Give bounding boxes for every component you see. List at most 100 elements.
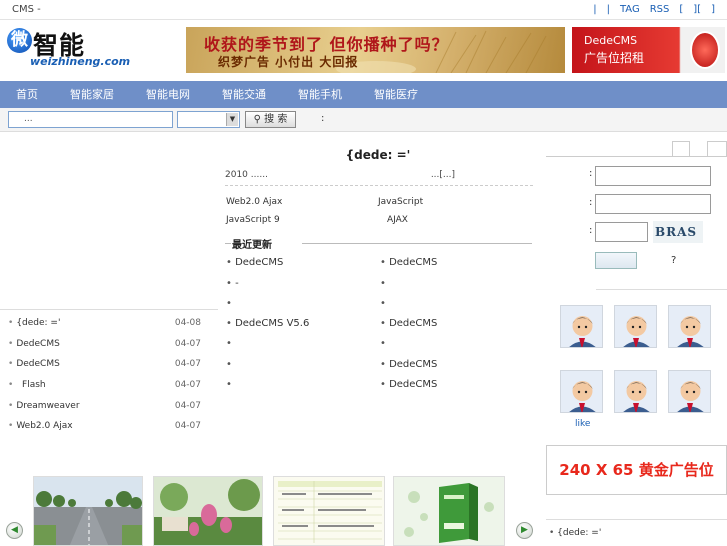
avatar[interactable]	[560, 305, 603, 348]
login-label-captcha: :	[589, 225, 593, 236]
gold-ad-slot[interactable]: 240 X 65 黄金广告位	[546, 445, 727, 495]
thumbnail-flowers[interactable]	[153, 476, 263, 546]
like-link[interactable]: like	[575, 419, 590, 429]
avatar[interactable]	[668, 370, 711, 413]
latest-item[interactable]	[380, 298, 386, 309]
banner-ad-main[interactable]: 收获的季节到了 但你播种了吗？ 织梦广告 小付出 大回报	[186, 27, 565, 73]
latest-item[interactable]: DedeCMS	[380, 257, 437, 268]
logo-domain: weizhineng.com	[30, 55, 131, 68]
latest-item[interactable]: DedeCMS	[380, 379, 437, 390]
top-link-bracket1[interactable]: [	[679, 4, 683, 15]
featured-link-2[interactable]: JavaScript	[378, 197, 423, 207]
list-item-date: 04-07	[174, 339, 201, 349]
avatar[interactable]	[614, 305, 657, 348]
captcha-image[interactable]: BRAS	[653, 221, 703, 243]
avatar[interactable]	[668, 305, 711, 348]
latest-item[interactable]: DedeCMS V5.6	[226, 318, 309, 329]
nav-item-home-automation[interactable]: 智能家居	[54, 81, 130, 108]
banner-main-slogan: 织梦广告 小付出 大回报	[218, 55, 359, 69]
captcha-field[interactable]	[595, 222, 648, 242]
list-item[interactable]: • Web2.0 Ajax 04-07	[8, 421, 201, 431]
list-item[interactable]: • Dreamweaver 04-07	[8, 401, 201, 411]
list-item-title: Dreamweaver	[16, 401, 80, 411]
bottom-right-item[interactable]: {dede: ='	[549, 528, 601, 538]
nav-item-smart-medical[interactable]: 智能医疗	[358, 81, 434, 108]
latest-item[interactable]	[226, 298, 232, 309]
thumbnail-table[interactable]	[273, 476, 385, 546]
featured-link-3[interactable]: JavaScript 9	[226, 215, 280, 225]
list-item-title: Web2.0 Ajax	[16, 421, 73, 431]
avatar[interactable]	[614, 370, 657, 413]
username-field[interactable]	[595, 166, 711, 186]
list-item-date: 04-07	[174, 359, 201, 369]
list-item-date: 04-08	[174, 318, 201, 328]
top-link-rss[interactable]: RSS	[650, 4, 670, 15]
latest-divider-left	[225, 243, 231, 244]
thumbnail-road[interactable]	[33, 476, 143, 546]
right-tab-1[interactable]	[672, 141, 690, 157]
top-link-sep1: |	[593, 4, 597, 15]
latest-item[interactable]: -	[226, 278, 239, 289]
forgot-password-link[interactable]: ?	[671, 255, 676, 266]
top-link-sep2: |	[606, 4, 610, 15]
featured-link-4[interactable]: AJAX	[387, 215, 408, 225]
list-item-date: 04-07	[174, 380, 201, 390]
headline-title[interactable]: {dede: ='	[222, 148, 534, 162]
banner-side-text: 广告位招租	[584, 51, 645, 65]
right-tab-2[interactable]	[707, 141, 727, 157]
latest-item[interactable]	[380, 338, 386, 349]
featured-link-1[interactable]: Web2.0 Ajax	[226, 197, 282, 207]
user-avatar-icon	[669, 371, 710, 412]
headline-more-link[interactable]: ...[...]	[431, 170, 455, 180]
list-item-title: DedeCMS	[16, 359, 60, 369]
login-divider	[596, 289, 727, 290]
logo-icon[interactable]: 微	[7, 28, 32, 53]
user-avatar-icon	[561, 371, 602, 412]
banner-main-headline: 收获的季节到了 但你播种了吗？	[204, 35, 449, 54]
login-button[interactable]	[595, 252, 637, 269]
list-item[interactable]: • {dede: =' 04-08	[8, 318, 201, 328]
top-bar: CMS - | | TAG RSS [ ][ ]	[0, 0, 727, 20]
nav-item-smartphone[interactable]: 智能手机	[282, 81, 358, 108]
latest-item[interactable]	[226, 379, 232, 390]
user-avatar-icon	[615, 306, 656, 347]
table-screenshot-image	[274, 477, 384, 545]
avatar[interactable]	[560, 370, 603, 413]
nav-item-smart-grid[interactable]: 智能电网	[130, 81, 206, 108]
top-link-bracket3[interactable]: ]	[711, 4, 715, 15]
nav-item-home[interactable]: 首页	[0, 81, 54, 108]
thumbnail-dedecms-box[interactable]	[393, 476, 505, 546]
latest-item[interactable]: DedeCMS	[380, 359, 437, 370]
left-list-divider	[0, 309, 218, 310]
search-icon: ⚲	[253, 114, 261, 125]
top-link-tag[interactable]: TAG	[620, 4, 640, 15]
right-tabs-divider	[546, 156, 727, 157]
nav-item-smart-traffic[interactable]: 智能交通	[206, 81, 282, 108]
road-image	[34, 477, 142, 545]
search-button-label: 搜 索	[264, 114, 288, 125]
latest-item[interactable]	[226, 359, 232, 370]
latest-item[interactable]: DedeCMS	[226, 257, 283, 268]
latest-item[interactable]: DedeCMS	[380, 318, 437, 329]
banner-ad-side[interactable]: DedeCMS 广告位招租	[572, 27, 725, 73]
top-links: | | TAG RSS [ ][ ]	[593, 4, 715, 15]
list-item[interactable]: • Flash 04-07	[8, 380, 201, 390]
search-category-select[interactable]: ▼	[177, 111, 240, 128]
search-button[interactable]: ⚲ 搜 索	[245, 111, 296, 128]
chevron-down-icon[interactable]: ▼	[226, 113, 238, 126]
latest-item[interactable]	[380, 278, 386, 289]
headline-summary-text: 2010 ......	[225, 170, 268, 180]
search-input[interactable]: ...	[8, 111, 173, 128]
top-link-bracket2[interactable]: ][	[693, 4, 701, 15]
list-item[interactable]: • DedeCMS 04-07	[8, 339, 201, 349]
prev-arrow-icon[interactable]: ◀	[6, 522, 23, 539]
list-item[interactable]: • DedeCMS 04-07	[8, 359, 201, 369]
red-button-icon	[690, 31, 720, 69]
latest-item[interactable]	[226, 338, 232, 349]
password-field[interactable]	[595, 194, 711, 214]
list-item-title: DedeCMS	[16, 339, 60, 349]
main-nav: 首页 智能家居 智能电网 智能交通 智能手机 智能医疗	[0, 81, 727, 108]
banner-side-brand: DedeCMS	[584, 34, 638, 47]
next-arrow-icon[interactable]: ▶	[516, 522, 533, 539]
product-box-image	[394, 477, 504, 545]
